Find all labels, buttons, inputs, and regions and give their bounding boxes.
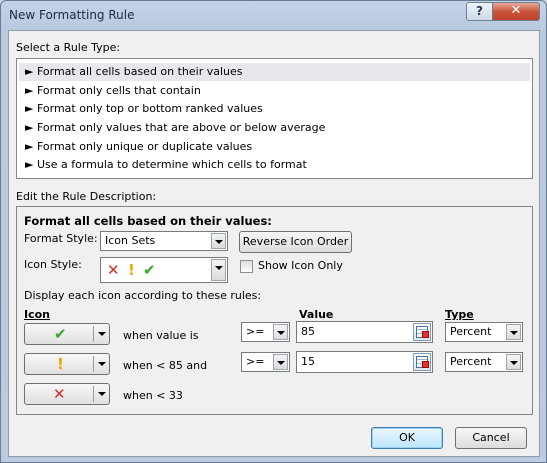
icon-style-select[interactable]: ✕ ! ✔	[100, 257, 228, 283]
reverse-icon-order-button[interactable]: Reverse Icon Order	[239, 231, 352, 253]
chevron-down-icon	[98, 362, 106, 366]
type-select-row-2[interactable]: Percent	[445, 352, 523, 372]
ok-button[interactable]: OK	[371, 427, 443, 449]
dialog-window: New Formatting Rule ? ✕ Select a Rule Ty…	[0, 0, 547, 463]
condition-text-row-2: when < 85 and	[123, 359, 208, 372]
exclamation-icon: !	[57, 355, 64, 373]
type-select-row-1[interactable]: Percent	[445, 322, 523, 342]
rule-type-item[interactable]: ► Format only values that are above or b…	[19, 119, 530, 137]
value-input-row-1[interactable]: 85	[296, 321, 433, 343]
format-style-select[interactable]: Icon Sets	[100, 231, 228, 251]
chevron-down-icon[interactable]	[211, 233, 226, 249]
chevron-down-icon[interactable]	[506, 324, 521, 340]
help-button[interactable]: ?	[466, 2, 493, 21]
range-select-icon[interactable]	[413, 323, 431, 341]
rule-type-item[interactable]: ► Format only cells that contain	[19, 82, 530, 100]
rule-description-panel: Format all cells based on their values: …	[16, 206, 533, 415]
close-button[interactable]: ✕	[492, 2, 540, 21]
type-value: Percent	[450, 325, 492, 338]
rule-type-item[interactable]: ► Use a formula to determine which cells…	[19, 156, 530, 174]
cancel-button[interactable]: Cancel	[455, 427, 527, 449]
show-icon-only-checkbox[interactable]	[240, 260, 253, 273]
condition-text-row-1: when value is	[123, 329, 199, 342]
rules-intro-text: Display each icon according to these rul…	[24, 289, 262, 302]
rule-type-label: Select a Rule Type:	[16, 41, 121, 54]
chevron-down-icon[interactable]	[273, 354, 288, 370]
show-icon-only-label: Show Icon Only	[258, 259, 343, 272]
chevron-down-icon[interactable]	[506, 354, 521, 370]
operator-value: >=	[246, 325, 265, 338]
value-text: 85	[301, 325, 315, 338]
rule-type-item[interactable]: ► Format all cells based on their values	[19, 63, 530, 81]
value-input-row-2[interactable]: 15	[296, 351, 433, 373]
icon-column-header: Icon	[24, 308, 51, 321]
check-icon: ✔	[54, 325, 67, 343]
exclamation-icon: !	[128, 261, 135, 279]
icon-select-row-2[interactable]: !	[24, 353, 110, 375]
dialog-title: New Formatting Rule	[9, 8, 135, 22]
rule-type-item[interactable]: ► Format only unique or duplicate values	[19, 138, 530, 156]
operator-select-row-2[interactable]: >=	[241, 352, 290, 372]
value-column-header: Value	[299, 308, 334, 321]
rule-description-label: Edit the Rule Description:	[16, 190, 157, 203]
icon-style-label: Icon Style:	[24, 258, 82, 271]
rule-type-list[interactable]: ► Format all cells based on their values…	[16, 58, 533, 179]
rule-type-item[interactable]: ► Format only top or bottom ranked value…	[19, 100, 530, 118]
operator-value: >=	[246, 355, 265, 368]
chevron-down-icon[interactable]	[211, 259, 226, 281]
format-style-label: Format Style:	[24, 232, 98, 245]
icon-select-row-1[interactable]: ✔	[24, 323, 110, 345]
description-heading: Format all cells based on their values:	[24, 214, 272, 228]
type-value: Percent	[450, 355, 492, 368]
chevron-down-icon[interactable]	[273, 324, 288, 340]
dialog-client: Select a Rule Type: ► Format all cells b…	[8, 30, 540, 457]
chevron-down-icon	[98, 332, 106, 336]
icon-select-row-3[interactable]: ✕	[24, 383, 110, 405]
chevron-down-icon	[98, 392, 106, 396]
value-text: 15	[301, 355, 315, 368]
format-style-value: Icon Sets	[105, 234, 156, 247]
range-select-icon[interactable]	[413, 353, 431, 371]
title-bar: New Formatting Rule ? ✕	[1, 1, 546, 29]
cross-icon: ✕	[107, 261, 120, 279]
type-column-header: Type	[445, 308, 474, 321]
check-icon: ✔	[143, 261, 156, 279]
condition-text-row-3: when < 33	[123, 389, 183, 402]
cross-icon: ✕	[53, 385, 66, 403]
operator-select-row-1[interactable]: >=	[241, 322, 290, 342]
